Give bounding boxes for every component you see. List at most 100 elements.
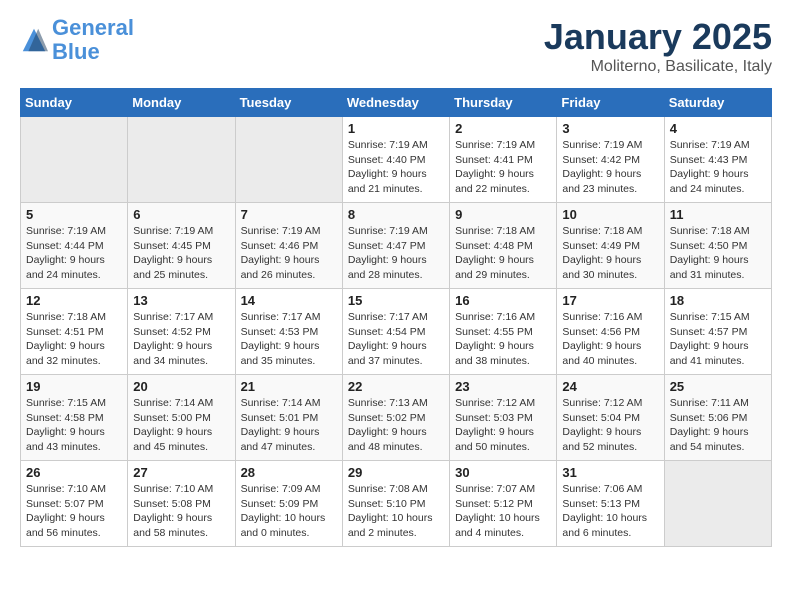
day-number: 22 <box>348 379 444 394</box>
day-number: 15 <box>348 293 444 308</box>
day-info: Sunrise: 7:19 AM Sunset: 4:43 PM Dayligh… <box>670 138 766 197</box>
day-cell-16: 16 Sunrise: 7:16 AM Sunset: 4:55 PM Dayli… <box>450 289 557 375</box>
day-number: 5 <box>26 207 122 222</box>
day-number: 1 <box>348 121 444 136</box>
day-cell-25: 25Sunrise: 7:11 AM Sunset: 5:06 PM Dayli… <box>664 375 771 461</box>
day-number: 19 <box>26 379 122 394</box>
header-row: SundayMondayTuesdayWednesdayThursdayFrid… <box>21 89 772 117</box>
day-info: Sunrise: 7:18 AM Sunset: 4:48 PM Dayligh… <box>455 224 551 283</box>
day-cell-15: 15Sunrise: 7:17 AM Sunset: 4:54 PM Dayli… <box>342 289 449 375</box>
day-info: Sunrise: 7:18 AM Sunset: 4:49 PM Dayligh… <box>562 224 658 283</box>
day-info: Sunrise: 7:19 AM Sunset: 4:46 PM Dayligh… <box>241 224 337 283</box>
day-number: 7 <box>241 207 337 222</box>
page: General Blue January 2025 Moliterno, Bas… <box>0 0 792 563</box>
empty-cell <box>664 461 771 547</box>
day-cell-7: 7 Sunrise: 7:19 AM Sunset: 4:46 PM Daylig… <box>235 203 342 289</box>
logo-text: General Blue <box>52 16 134 64</box>
day-cell-29: 29Sunrise: 7:08 AM Sunset: 5:10 PM Dayli… <box>342 461 449 547</box>
day-number: 30 <box>455 465 551 480</box>
day-cell-1: 1 Sunrise: 7:19 AM Sunset: 4:40 PM Daylig… <box>342 117 449 203</box>
day-cell-22: 22 Sunrise: 7:13 AM Sunset: 5:02 PM Dayli… <box>342 375 449 461</box>
day-cell-21: 21 Sunrise: 7:14 AM Sunset: 5:01 PM Dayli… <box>235 375 342 461</box>
day-info: Sunrise: 7:12 AM Sunset: 5:03 PM Dayligh… <box>455 396 551 455</box>
day-number: 9 <box>455 207 551 222</box>
day-cell-3: 3 Sunrise: 7:19 AM Sunset: 4:42 PM Daylig… <box>557 117 664 203</box>
day-info: Sunrise: 7:14 AM Sunset: 5:01 PM Dayligh… <box>241 396 337 455</box>
day-cell-4: 4 Sunrise: 7:19 AM Sunset: 4:43 PM Daylig… <box>664 117 771 203</box>
day-number: 21 <box>241 379 337 394</box>
day-cell-28: 28 Sunrise: 7:09 AM Sunset: 5:09 PM Dayli… <box>235 461 342 547</box>
col-header-friday: Friday <box>557 89 664 117</box>
day-number: 12 <box>26 293 122 308</box>
day-cell-19: 19Sunrise: 7:15 AM Sunset: 4:58 PM Dayli… <box>21 375 128 461</box>
empty-cell <box>128 117 235 203</box>
col-header-thursday: Thursday <box>450 89 557 117</box>
day-cell-24: 24Sunrise: 7:12 AM Sunset: 5:04 PM Dayli… <box>557 375 664 461</box>
day-info: Sunrise: 7:10 AM Sunset: 5:07 PM Dayligh… <box>26 482 122 541</box>
day-cell-27: 27Sunrise: 7:10 AM Sunset: 5:08 PM Dayli… <box>128 461 235 547</box>
day-number: 2 <box>455 121 551 136</box>
day-info: Sunrise: 7:16 AM Sunset: 4:55 PM Dayligh… <box>455 310 551 369</box>
day-info: Sunrise: 7:19 AM Sunset: 4:45 PM Dayligh… <box>133 224 229 283</box>
day-cell-2: 2Sunrise: 7:19 AM Sunset: 4:41 PM Daylig… <box>450 117 557 203</box>
day-info: Sunrise: 7:06 AM Sunset: 5:13 PM Dayligh… <box>562 482 658 541</box>
logo-general: General <box>52 15 134 40</box>
day-cell-18: 18Sunrise: 7:15 AM Sunset: 4:57 PM Dayli… <box>664 289 771 375</box>
empty-cell <box>21 117 128 203</box>
day-number: 3 <box>562 121 658 136</box>
day-info: Sunrise: 7:18 AM Sunset: 4:50 PM Dayligh… <box>670 224 766 283</box>
day-cell-8: 8Sunrise: 7:19 AM Sunset: 4:47 PM Daylig… <box>342 203 449 289</box>
day-number: 16 <box>455 293 551 308</box>
logo-icon <box>20 26 48 54</box>
day-number: 23 <box>455 379 551 394</box>
col-header-sunday: Sunday <box>21 89 128 117</box>
week-row-3: 12 Sunrise: 7:18 AM Sunset: 4:51 PM Dayli… <box>21 289 772 375</box>
calendar-table: SundayMondayTuesdayWednesdayThursdayFrid… <box>20 88 772 547</box>
day-cell-17: 17Sunrise: 7:16 AM Sunset: 4:56 PM Dayli… <box>557 289 664 375</box>
day-info: Sunrise: 7:16 AM Sunset: 4:56 PM Dayligh… <box>562 310 658 369</box>
col-header-wednesday: Wednesday <box>342 89 449 117</box>
title-block: January 2025 Moliterno, Basilicate, Ital… <box>544 16 772 76</box>
day-info: Sunrise: 7:13 AM Sunset: 5:02 PM Dayligh… <box>348 396 444 455</box>
header: General Blue January 2025 Moliterno, Bas… <box>20 16 772 76</box>
col-header-tuesday: Tuesday <box>235 89 342 117</box>
week-row-5: 26Sunrise: 7:10 AM Sunset: 5:07 PM Dayli… <box>21 461 772 547</box>
day-info: Sunrise: 7:18 AM Sunset: 4:51 PM Dayligh… <box>26 310 122 369</box>
day-number: 6 <box>133 207 229 222</box>
day-info: Sunrise: 7:19 AM Sunset: 4:44 PM Dayligh… <box>26 224 122 283</box>
col-header-saturday: Saturday <box>664 89 771 117</box>
day-info: Sunrise: 7:19 AM Sunset: 4:40 PM Dayligh… <box>348 138 444 197</box>
day-cell-11: 11 Sunrise: 7:18 AM Sunset: 4:50 PM Dayli… <box>664 203 771 289</box>
day-number: 14 <box>241 293 337 308</box>
day-number: 28 <box>241 465 337 480</box>
day-cell-6: 6 Sunrise: 7:19 AM Sunset: 4:45 PM Daylig… <box>128 203 235 289</box>
day-number: 27 <box>133 465 229 480</box>
day-cell-9: 9 Sunrise: 7:18 AM Sunset: 4:48 PM Daylig… <box>450 203 557 289</box>
month-title: January 2025 <box>544 16 772 58</box>
day-info: Sunrise: 7:11 AM Sunset: 5:06 PM Dayligh… <box>670 396 766 455</box>
day-cell-30: 30 Sunrise: 7:07 AM Sunset: 5:12 PM Dayli… <box>450 461 557 547</box>
week-row-1: 1 Sunrise: 7:19 AM Sunset: 4:40 PM Daylig… <box>21 117 772 203</box>
logo-blue: Blue <box>52 39 100 64</box>
day-info: Sunrise: 7:17 AM Sunset: 4:52 PM Dayligh… <box>133 310 229 369</box>
week-row-4: 19Sunrise: 7:15 AM Sunset: 4:58 PM Dayli… <box>21 375 772 461</box>
day-info: Sunrise: 7:09 AM Sunset: 5:09 PM Dayligh… <box>241 482 337 541</box>
day-cell-31: 31 Sunrise: 7:06 AM Sunset: 5:13 PM Dayli… <box>557 461 664 547</box>
day-info: Sunrise: 7:19 AM Sunset: 4:42 PM Dayligh… <box>562 138 658 197</box>
day-cell-10: 10 Sunrise: 7:18 AM Sunset: 4:49 PM Dayli… <box>557 203 664 289</box>
location: Moliterno, Basilicate, Italy <box>544 58 772 76</box>
day-number: 10 <box>562 207 658 222</box>
day-cell-5: 5 Sunrise: 7:19 AM Sunset: 4:44 PM Daylig… <box>21 203 128 289</box>
day-info: Sunrise: 7:07 AM Sunset: 5:12 PM Dayligh… <box>455 482 551 541</box>
day-number: 4 <box>670 121 766 136</box>
day-number: 18 <box>670 293 766 308</box>
day-number: 31 <box>562 465 658 480</box>
day-number: 11 <box>670 207 766 222</box>
day-cell-14: 14Sunrise: 7:17 AM Sunset: 4:53 PM Dayli… <box>235 289 342 375</box>
col-header-monday: Monday <box>128 89 235 117</box>
empty-cell <box>235 117 342 203</box>
day-number: 8 <box>348 207 444 222</box>
day-cell-12: 12 Sunrise: 7:18 AM Sunset: 4:51 PM Dayli… <box>21 289 128 375</box>
day-info: Sunrise: 7:08 AM Sunset: 5:10 PM Dayligh… <box>348 482 444 541</box>
day-info: Sunrise: 7:12 AM Sunset: 5:04 PM Dayligh… <box>562 396 658 455</box>
